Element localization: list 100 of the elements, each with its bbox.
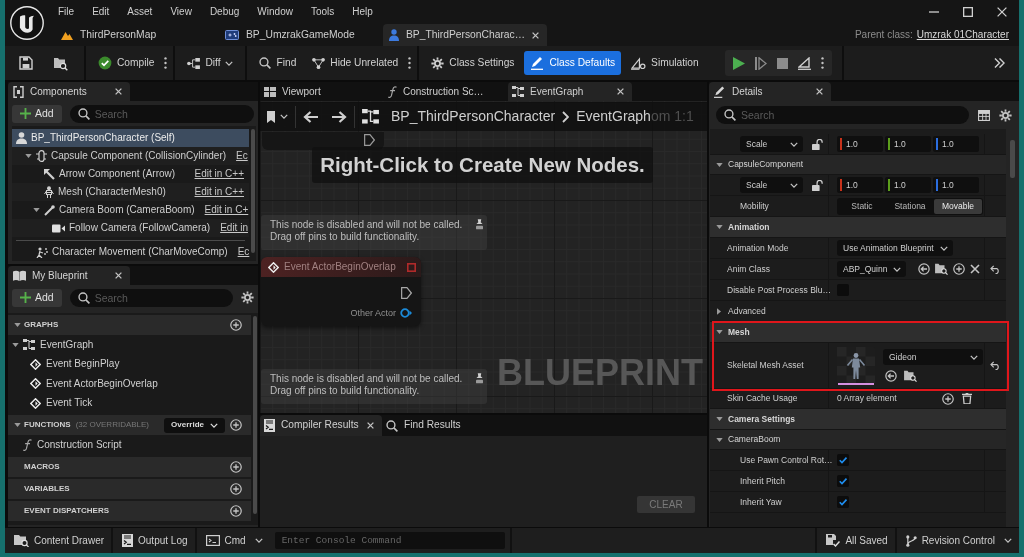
number-field[interactable]: 1.0 <box>933 136 979 152</box>
circle-arrow-icon[interactable] <box>918 263 931 275</box>
tree-toggle-icon[interactable] <box>24 154 32 158</box>
tree-toggle-icon[interactable] <box>11 342 19 347</box>
padlock-icon[interactable] <box>812 138 823 150</box>
reset-icon[interactable] <box>990 361 1001 370</box>
breadcrumb-link[interactable]: EventGraph <box>576 108 651 125</box>
category-header[interactable]: CapsuleComponent <box>710 155 1006 175</box>
pin-icon[interactable] <box>476 373 483 384</box>
clear-icon[interactable] <box>970 264 981 274</box>
maximize-icon[interactable] <box>963 7 973 17</box>
kebab-icon[interactable] <box>164 57 168 69</box>
play-icon[interactable] <box>732 56 745 70</box>
tree-toggle-icon[interactable] <box>716 417 723 421</box>
editor-tab[interactable]: Viewport <box>260 82 384 101</box>
browse-icon[interactable] <box>53 55 68 71</box>
gear-icon[interactable] <box>431 56 445 70</box>
section-header[interactable]: GRAPHS <box>8 315 251 335</box>
class-defaults-button[interactable]: Class Defaults <box>524 51 622 75</box>
number-field[interactable]: 1.0 <box>933 177 979 193</box>
search-field[interactable]: Search <box>716 106 969 124</box>
editor-tab[interactable]: Construction Sc… <box>384 82 508 101</box>
category-header[interactable]: Animation <box>710 217 1006 238</box>
console-field[interactable]: Enter Console Command <box>274 532 505 549</box>
menu-item[interactable]: View <box>161 6 201 18</box>
close-icon[interactable] <box>532 31 540 39</box>
panel-tab[interactable]: Components <box>8 82 130 101</box>
gear-icon[interactable] <box>241 291 254 304</box>
search-field[interactable]: Search <box>69 288 233 307</box>
logo-icon[interactable] <box>10 6 44 40</box>
section-header[interactable]: FUNCTIONS (32 OVERRIDABLE) Override <box>8 415 251 435</box>
section-header[interactable]: MACROS <box>8 456 251 477</box>
chevrons-icon[interactable] <box>994 58 1005 68</box>
close-icon[interactable] <box>115 272 122 279</box>
edit-link[interactable]: Edit in C++ <box>188 186 244 198</box>
add-circle-icon[interactable] <box>230 460 242 473</box>
add-circle-icon[interactable] <box>230 504 242 517</box>
content-drawer-button[interactable]: Content Drawer <box>5 528 112 553</box>
tree-item[interactable]: Mesh (CharacterMesh0) Edit in C++ <box>12 183 249 201</box>
close-icon[interactable] <box>115 88 122 95</box>
search-field[interactable]: Search <box>69 104 254 123</box>
command-dropdown[interactable]: Cmd <box>196 528 270 553</box>
graph-canvas[interactable] <box>260 101 707 413</box>
add-circle-icon[interactable] <box>230 319 242 331</box>
figure-thumbnail[interactable] <box>837 346 875 385</box>
scale-dropdown[interactable]: Scale <box>740 177 803 193</box>
folder-search-icon[interactable] <box>904 370 917 382</box>
exec-pin-icon[interactable] <box>364 134 375 146</box>
menu-item[interactable]: Edit <box>83 6 119 18</box>
save-icon[interactable] <box>19 56 33 70</box>
category-header[interactable]: Camera Settings <box>710 409 1006 430</box>
number-field[interactable]: 1.0 <box>837 136 883 152</box>
scrollbar-thumb[interactable] <box>250 129 255 253</box>
section-header[interactable]: VARIABLES <box>8 478 251 499</box>
hide-unrelated-button[interactable]: Hide Unrelated <box>306 51 405 75</box>
close-icon[interactable] <box>816 88 823 95</box>
document-tab[interactable]: BP_UmzrakGameMode <box>219 24 383 46</box>
forward-arrow-icon[interactable] <box>332 110 347 123</box>
edit-link[interactable]: Ec <box>230 150 248 162</box>
outline-item[interactable]: Event ActorBeginOverlap <box>8 374 251 394</box>
tree-item[interactable]: Capsule Component (CollisionCylinder) Ec <box>12 147 249 165</box>
outline-item[interactable]: Event Tick <box>8 393 251 413</box>
stop-icon[interactable] <box>776 57 788 69</box>
panel-tab[interactable]: Details <box>709 82 831 101</box>
menu-item[interactable]: Window <box>248 6 302 18</box>
tree-toggle-icon[interactable] <box>717 307 721 315</box>
close-icon[interactable] <box>997 7 1007 17</box>
tree-toggle-icon[interactable] <box>716 162 723 167</box>
revision-control-button[interactable]: Revision Control <box>896 528 1019 553</box>
segment-option[interactable]: Movable <box>934 198 982 214</box>
tree-item[interactable]: BP_ThirdPersonCharacter (Self) <box>12 129 249 147</box>
gear-icon[interactable] <box>999 108 1012 122</box>
add-circle-icon[interactable] <box>230 419 242 431</box>
checkbox[interactable] <box>837 454 849 466</box>
document-tab[interactable]: BP_ThirdPersonCharac… <box>383 24 547 46</box>
dropdown[interactable]: Gideon <box>883 349 983 365</box>
checkbox[interactable] <box>837 475 849 487</box>
bookmark-icon[interactable] <box>267 110 275 123</box>
menu-item[interactable]: Help <box>343 6 382 18</box>
pin-icon[interactable] <box>476 219 483 230</box>
close-icon[interactable] <box>367 422 374 429</box>
menu-item[interactable]: Asset <box>118 6 162 18</box>
section-header[interactable]: EVENT DISPATCHERS <box>8 500 251 521</box>
scrollbar-thumb[interactable] <box>1010 140 1015 178</box>
edit-link[interactable]: Edit in <box>214 222 248 234</box>
close-icon[interactable] <box>617 88 624 95</box>
tree-toggle-icon[interactable] <box>716 437 723 442</box>
back-arrow-icon[interactable] <box>303 110 318 123</box>
dropdown[interactable]: Use Animation Blueprint <box>837 240 953 256</box>
panel-tab[interactable]: Find Results <box>382 415 469 436</box>
advanced-toggle[interactable]: Advanced <box>710 301 766 321</box>
folder-search-icon[interactable] <box>935 263 949 275</box>
panel-tab[interactable]: My Blueprint <box>8 266 130 285</box>
step-icon[interactable] <box>754 56 767 70</box>
tree-toggle-icon[interactable] <box>716 225 723 229</box>
class-settings-button[interactable]: Class Settings <box>425 51 521 75</box>
padlock-icon[interactable] <box>812 179 823 191</box>
segment-option[interactable]: Stationa <box>886 198 934 214</box>
tree-toggle-icon[interactable] <box>716 330 723 334</box>
kebab-icon[interactable] <box>408 57 412 69</box>
